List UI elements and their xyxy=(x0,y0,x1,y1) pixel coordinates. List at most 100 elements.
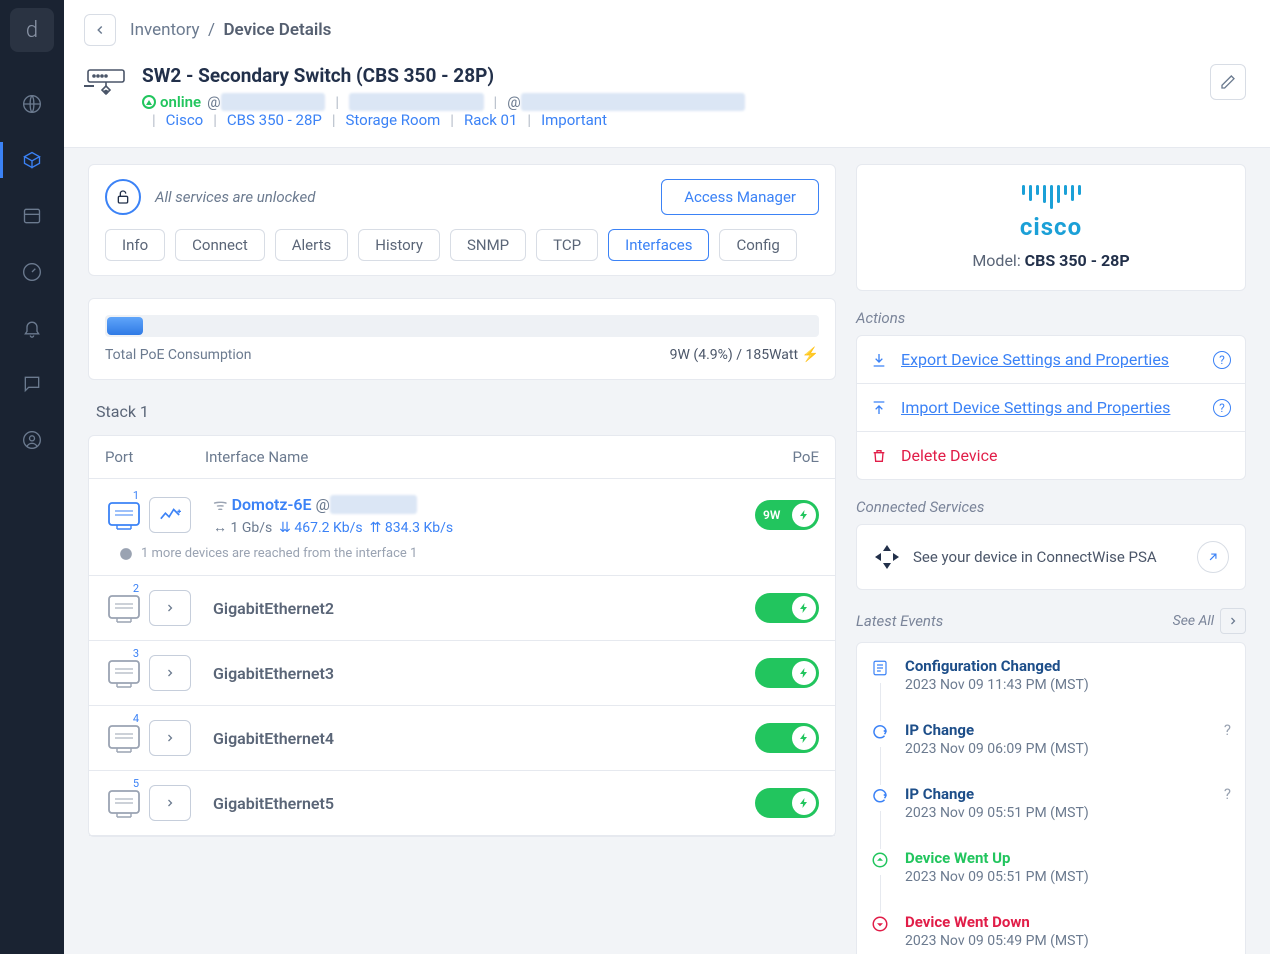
event-row: Configuration Changed 2023 Nov 09 11:43 … xyxy=(857,643,1245,707)
event-icon xyxy=(871,851,891,871)
tab-history[interactable]: History xyxy=(358,229,440,261)
poe-bar xyxy=(105,315,819,337)
poe-toggle[interactable] xyxy=(755,593,819,623)
actions-card: Export Device Settings and Properties ? … xyxy=(856,335,1246,480)
tab-interfaces[interactable]: Interfaces xyxy=(608,229,709,261)
open-external-button[interactable] xyxy=(1197,541,1229,573)
edit-button[interactable] xyxy=(1210,64,1246,100)
help-icon[interactable]: ? xyxy=(1213,399,1231,417)
poe-toggle[interactable] xyxy=(755,788,819,818)
nav-monitor[interactable] xyxy=(0,248,64,296)
delete-icon xyxy=(871,448,891,464)
poe-toggle[interactable] xyxy=(755,658,819,688)
event-help[interactable]: ? xyxy=(1224,785,1231,803)
status-text: online xyxy=(160,93,201,111)
see-all-button[interactable]: See All xyxy=(1173,608,1246,634)
meta-tag[interactable]: CBS 350 - 28P xyxy=(227,111,322,129)
graph-icon xyxy=(159,507,181,523)
event-title: Device Went Down xyxy=(905,913,1231,931)
nav-alerts[interactable] xyxy=(0,304,64,352)
box-icon xyxy=(22,150,42,170)
stack-title: Stack 1 xyxy=(88,402,836,429)
bell-icon xyxy=(22,318,42,338)
nav-chat[interactable] xyxy=(0,360,64,408)
info-icon xyxy=(119,547,133,561)
breadcrumb: Inventory / Device Details xyxy=(130,20,331,40)
event-title: Device Went Up xyxy=(905,849,1231,867)
action-export[interactable]: Export Device Settings and Properties ? xyxy=(857,336,1245,383)
at-sign: @ xyxy=(207,93,220,111)
interface-more: 1 more devices are reached from the inte… xyxy=(105,546,819,561)
device-meta: online @ xxxxxxxxxxxxx | xxxxxxxxxxxxxxx… xyxy=(142,93,1194,129)
mac-blur: xxxxxxxxxxxxxxxxx xyxy=(349,93,484,111)
bolt-icon xyxy=(798,732,810,744)
header-info: SW2 - Secondary Switch (CBS 350 - 28P) o… xyxy=(142,64,1194,129)
back-button[interactable] xyxy=(84,14,116,46)
export-icon xyxy=(871,352,891,368)
meta-tag[interactable]: Cisco xyxy=(166,111,204,129)
interface-row: 1 ᯤ Domotz-6E @xxxxxxxxxx ↔ 1 Gb/s ⇊ 467… xyxy=(89,479,835,576)
ip-blur: xxxxxxxxxxxxx xyxy=(221,93,326,111)
nav-globe[interactable] xyxy=(0,80,64,128)
connectwise-row[interactable]: See your device in ConnectWise PSA xyxy=(856,524,1246,590)
globe-icon xyxy=(22,94,42,114)
tabs: Info Connect Alerts History SNMP TCP Interface… xyxy=(105,229,819,261)
poe-toggle[interactable] xyxy=(755,723,819,753)
expand-button[interactable] xyxy=(149,497,191,533)
tab-alerts[interactable]: Alerts xyxy=(275,229,349,261)
chat-icon xyxy=(22,374,42,394)
meta-tag[interactable]: Storage Room xyxy=(346,111,441,129)
poe-card: Total PoE Consumption 9W (4.9%) / 185Wat… xyxy=(88,298,836,380)
expand-button[interactable] xyxy=(149,655,191,691)
cisco-logo-text: cisco xyxy=(877,213,1225,241)
event-icon xyxy=(871,915,891,935)
chevron-right-icon xyxy=(164,797,176,809)
interface-row: 5 GigabitEthernet5 xyxy=(89,771,835,836)
interface-row: 3 GigabitEthernet3 xyxy=(89,641,835,706)
tab-connect[interactable]: Connect xyxy=(175,229,265,261)
expand-button[interactable] xyxy=(149,785,191,821)
app-logo[interactable]: d xyxy=(10,8,54,52)
action-label: Delete Device xyxy=(901,446,1231,465)
topbar: Inventory / Device Details xyxy=(64,0,1270,56)
tab-snmp[interactable]: SNMP xyxy=(450,229,526,261)
poe-toggle[interactable]: 9W xyxy=(755,500,819,530)
bolt-icon xyxy=(798,602,810,614)
expand-button[interactable] xyxy=(149,720,191,756)
help-icon[interactable]: ? xyxy=(1213,351,1231,369)
events-header: Latest Events See All xyxy=(856,608,1246,634)
tab-tcp[interactable]: TCP xyxy=(536,229,598,261)
action-label: Import Device Settings and Properties xyxy=(901,398,1213,417)
action-label: Export Device Settings and Properties xyxy=(901,350,1213,369)
event-help[interactable]: ? xyxy=(1224,721,1231,739)
events-card: Configuration Changed 2023 Nov 09 11:43 … xyxy=(856,642,1246,954)
chevron-right-icon xyxy=(164,667,176,679)
interface-name[interactable]: Domotz-6E xyxy=(232,495,312,514)
user-icon xyxy=(22,430,42,450)
tab-config[interactable]: Config xyxy=(719,229,796,261)
expand-button[interactable] xyxy=(149,590,191,626)
event-row: IP Change 2023 Nov 09 06:09 PM (MST) ? xyxy=(857,707,1245,771)
breadcrumb-parent[interactable]: Inventory xyxy=(130,20,200,40)
model-line: Model: CBS 350 - 28P xyxy=(877,251,1225,270)
access-manager-button[interactable]: Access Manager xyxy=(661,179,819,215)
interface-row: 2 GigabitEthernet2 xyxy=(89,576,835,641)
event-title: Configuration Changed xyxy=(905,657,1231,675)
nav-inventory[interactable] xyxy=(0,136,64,184)
event-date: 2023 Nov 09 11:43 PM (MST) xyxy=(905,677,1231,693)
arrow-up-right-icon xyxy=(1206,550,1220,564)
event-row: Device Went Down 2023 Nov 09 05:49 PM (M… xyxy=(857,899,1245,954)
connectwise-text: See your device in ConnectWise PSA xyxy=(913,548,1185,566)
tab-info[interactable]: Info xyxy=(105,229,165,261)
poe-value: 9W (4.9%) / 185Watt ⚡ xyxy=(670,347,819,363)
layout-icon xyxy=(22,206,42,226)
chevron-right-icon xyxy=(164,602,176,614)
action-delete[interactable]: Delete Device xyxy=(857,431,1245,479)
action-import[interactable]: Import Device Settings and Properties ? xyxy=(857,383,1245,431)
vendor-card: cisco Model: CBS 350 - 28P xyxy=(856,164,1246,291)
meta-tag[interactable]: Important xyxy=(541,111,607,129)
event-title: IP Change xyxy=(905,721,1210,739)
meta-tag[interactable]: Rack 01 xyxy=(464,111,517,129)
nav-dashboard[interactable] xyxy=(0,192,64,240)
nav-profile[interactable] xyxy=(0,416,64,464)
